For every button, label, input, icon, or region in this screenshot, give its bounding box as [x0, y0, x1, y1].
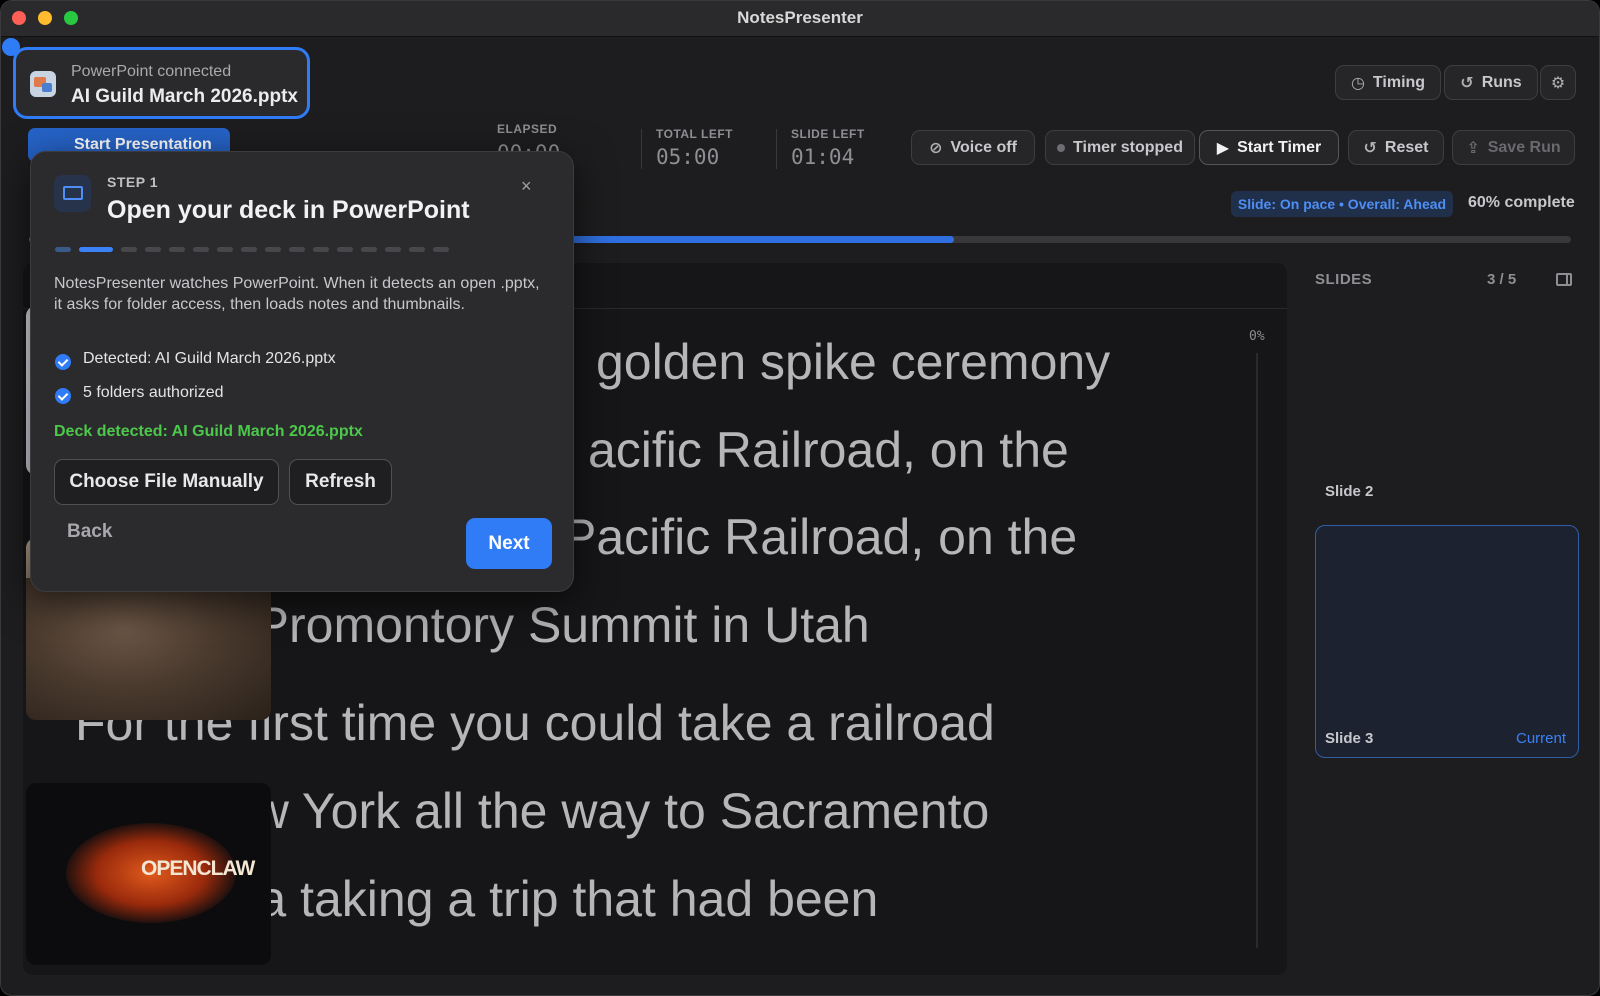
- step-progress-dot: [193, 247, 209, 252]
- status-dot-icon: [1057, 143, 1066, 152]
- pace-badge: Slide: On pace • Overall: Ahead: [1231, 191, 1453, 217]
- notes-line: acific Railroad, on the: [588, 422, 1069, 478]
- total-left-label: TOTAL LEFT: [656, 127, 733, 141]
- window-title: NotesPresenter: [737, 8, 863, 27]
- close-window-button[interactable]: [12, 11, 26, 25]
- popover-description: NotesPresenter watches PowerPoint. When …: [54, 275, 540, 313]
- connected-file-name: AI Guild March 2026.pptx: [71, 86, 298, 107]
- step-progress-dot: [55, 247, 71, 252]
- elapsed-label: ELAPSED: [497, 122, 558, 136]
- step-progress-dot: [217, 247, 233, 252]
- timing-label: Timing: [1372, 73, 1426, 91]
- deck-detected-status: Deck detected: AI Guild March 2026.pptx: [54, 423, 363, 440]
- settings-button[interactable]: ⚙: [1540, 65, 1576, 100]
- current-slide-tag: Current: [1516, 730, 1567, 747]
- popover-title: Open your deck in PowerPoint: [107, 196, 470, 224]
- voice-label: Voice off: [950, 138, 1017, 156]
- checkmark-icon: [55, 388, 71, 404]
- timing-button[interactable]: ◷ Timing: [1335, 65, 1441, 100]
- total-left-value: 05:00: [656, 145, 720, 169]
- voice-toggle-button[interactable]: ⊘ Voice off: [911, 130, 1035, 165]
- onboarding-popover: STEP 1 Open your deck in PowerPoint × No…: [30, 151, 574, 592]
- slide-label: Slide 2: [1325, 483, 1374, 500]
- step-progress-dot: [241, 247, 257, 252]
- folder-icon: [63, 186, 83, 200]
- step-progress-dot: [79, 247, 113, 252]
- step-progress-dot: [169, 247, 185, 252]
- check-item: 5 folders authorized: [83, 384, 224, 401]
- slide-left-label: SLIDE LEFT: [791, 127, 865, 141]
- gear-icon: ⚙: [1550, 74, 1566, 92]
- step-progress-dot: [361, 247, 377, 252]
- app-window: NotesPresenter PowerPoint connected AI G…: [0, 0, 1600, 996]
- close-icon[interactable]: ×: [521, 176, 532, 197]
- notes-scroll-percent: 0%: [1249, 329, 1265, 344]
- slide-label: Slide 3: [1325, 730, 1374, 747]
- step-progress-dot: [121, 247, 137, 252]
- reset-label: Reset: [1384, 138, 1429, 156]
- clock-icon: ◷: [1350, 74, 1365, 92]
- reset-icon: ↺: [1363, 139, 1377, 157]
- step-icon-container: [54, 175, 91, 212]
- step-progress-dot: [313, 247, 329, 252]
- slides-title: SLIDES: [1315, 271, 1373, 288]
- sidebar-toggle-icon[interactable]: [1556, 273, 1572, 286]
- runs-label: Runs: [1481, 73, 1522, 91]
- step-progress-dot: [145, 247, 161, 252]
- checkmark-icon: [55, 354, 71, 370]
- save-run-label: Save Run: [1487, 138, 1561, 156]
- openclaw-logo: OPENCLAW: [141, 857, 255, 880]
- next-button[interactable]: Next: [466, 518, 552, 569]
- start-timer-button[interactable]: ▶ Start Timer: [1199, 130, 1339, 165]
- powerpoint-connection-card[interactable]: PowerPoint connected AI Guild March 2026…: [13, 47, 310, 119]
- check-item: Detected: AI Guild March 2026.pptx: [83, 350, 336, 367]
- play-icon: ▶: [1216, 139, 1230, 157]
- connection-status: PowerPoint connected: [71, 63, 232, 80]
- step-label: STEP 1: [107, 174, 158, 190]
- back-button[interactable]: Back: [67, 521, 112, 543]
- runs-button[interactable]: ↺ Runs: [1444, 65, 1538, 100]
- current-slide-highlight[interactable]: [1315, 525, 1579, 758]
- stat-divider: [641, 129, 642, 169]
- microphone-off-icon: ⊘: [929, 139, 943, 157]
- step-progress-dot: [289, 247, 305, 252]
- step-progress-dots: [55, 247, 449, 252]
- notes-line: golden spike ceremony: [596, 334, 1111, 390]
- slide-thumbnail-4[interactable]: OPENCLAW: [26, 783, 271, 965]
- powerpoint-icon: [30, 71, 56, 97]
- save-icon: ⇪: [1466, 139, 1480, 157]
- start-timer-label: Start Timer: [1237, 138, 1322, 156]
- notes-scroll-track[interactable]: [1256, 353, 1258, 948]
- zoom-window-button[interactable]: [64, 11, 78, 25]
- timer-status-label: Timer stopped: [1073, 138, 1183, 156]
- minimize-window-button[interactable]: [38, 11, 52, 25]
- title-bar: NotesPresenter: [1, 1, 1599, 37]
- step-progress-dot: [337, 247, 353, 252]
- stat-divider: [776, 129, 777, 169]
- slide-counter: 3 / 5: [1487, 271, 1517, 288]
- step-progress-dot: [433, 247, 449, 252]
- refresh-button[interactable]: Refresh: [289, 459, 392, 505]
- save-run-button[interactable]: ⇪ Save Run: [1452, 130, 1575, 165]
- step-progress-dot: [265, 247, 281, 252]
- reset-button[interactable]: ↺ Reset: [1348, 130, 1444, 165]
- history-icon: ↺: [1460, 74, 1474, 92]
- timer-status: Timer stopped: [1045, 130, 1195, 165]
- completion-percent: 60% complete: [1468, 194, 1575, 211]
- choose-file-button[interactable]: Choose File Manually: [54, 459, 279, 505]
- notes-line: Pacific Railroad, on the: [563, 509, 1078, 565]
- slide-left-value: 01:04: [791, 145, 855, 169]
- step-progress-dot: [385, 247, 401, 252]
- step-progress-dot: [409, 247, 425, 252]
